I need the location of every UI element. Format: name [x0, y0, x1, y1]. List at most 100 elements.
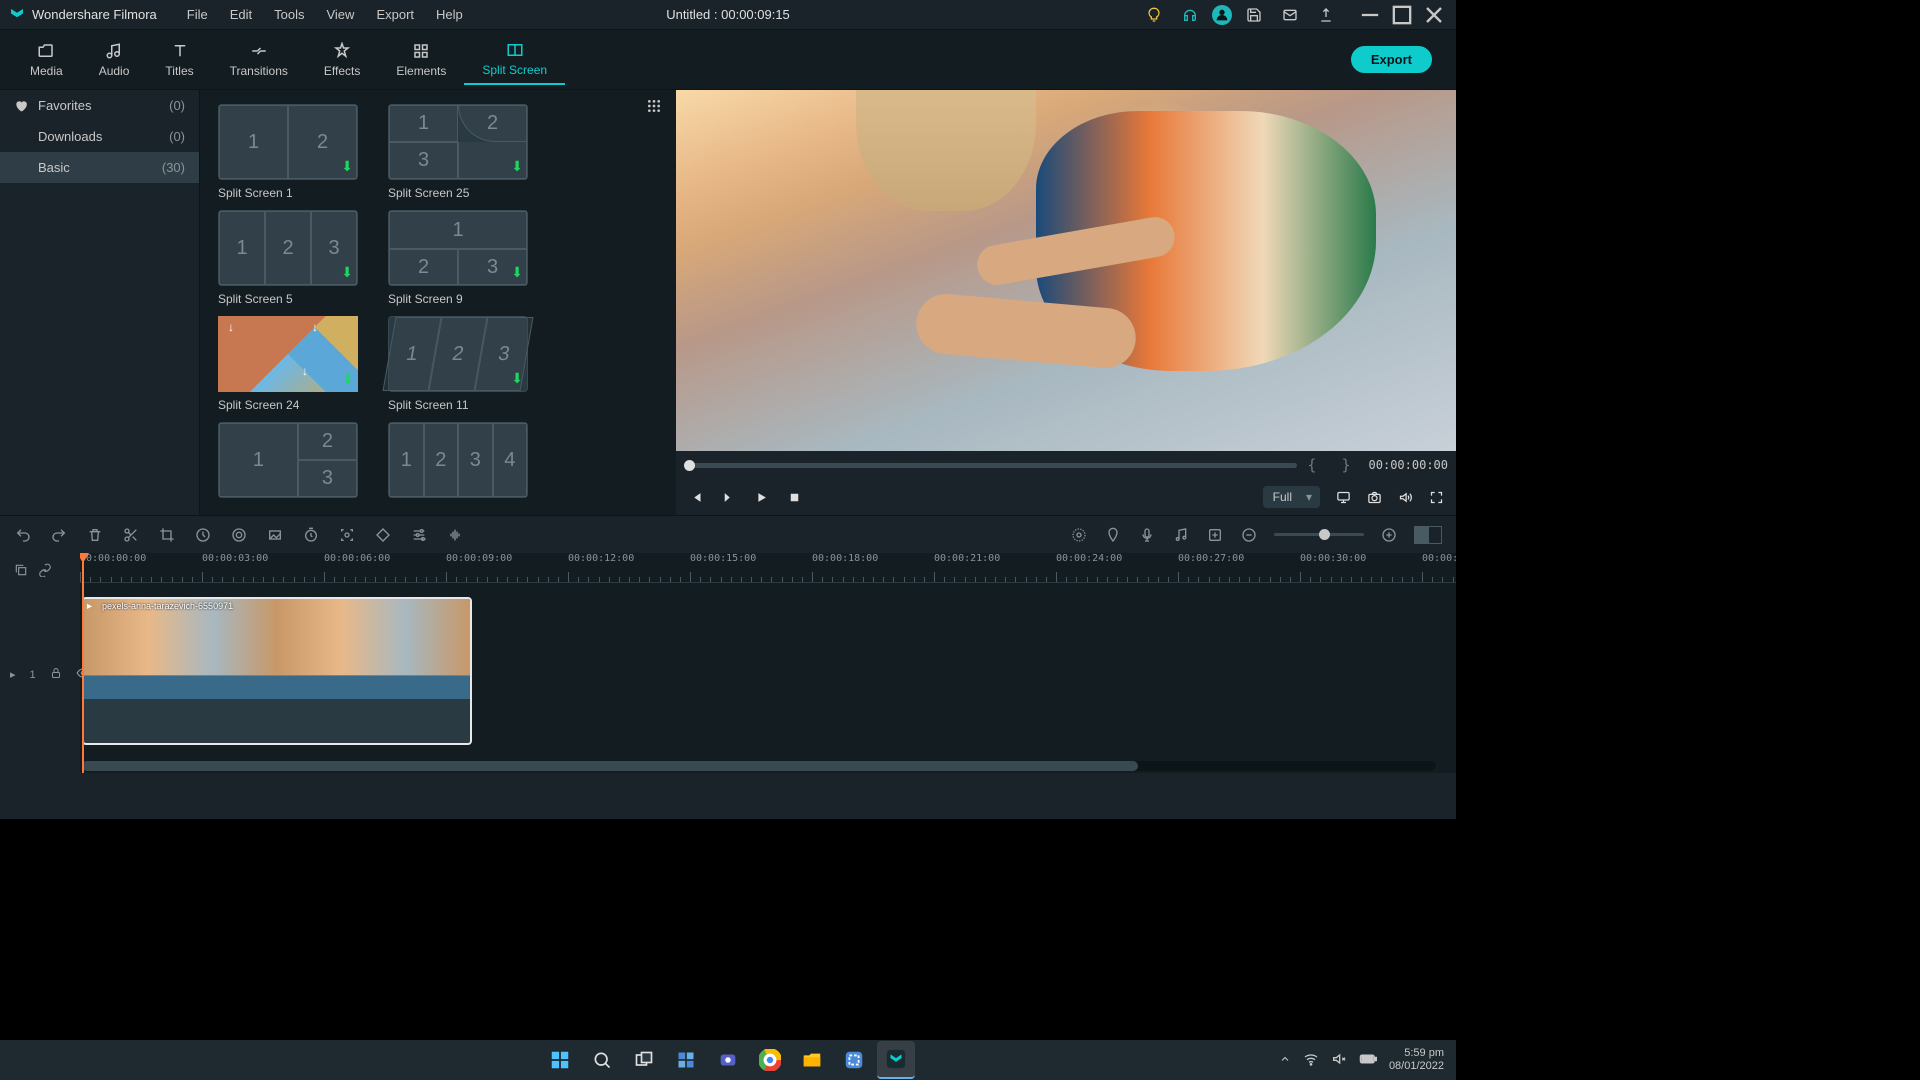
- export-button[interactable]: Export: [1351, 46, 1432, 73]
- fullscreen-icon[interactable]: [1429, 490, 1444, 505]
- play-button[interactable]: [754, 490, 769, 505]
- download-icon[interactable]: ⬇: [511, 370, 523, 387]
- task-view-button[interactable]: [625, 1041, 663, 1079]
- template-item[interactable]: 1234: [388, 422, 538, 498]
- volume-icon[interactable]: [1398, 490, 1413, 505]
- tab-media[interactable]: Media: [12, 36, 81, 84]
- template-item[interactable]: 1 23 ⬇ Split Screen 9: [388, 210, 538, 306]
- duration-button[interactable]: [302, 526, 320, 544]
- green-screen-button[interactable]: [266, 526, 284, 544]
- template-item[interactable]: 1 23: [218, 422, 368, 498]
- add-media-button[interactable]: [1206, 526, 1224, 544]
- zoom-slider-handle[interactable]: [1319, 529, 1330, 540]
- play-forward-button[interactable]: [721, 490, 736, 505]
- zoom-slider[interactable]: [1274, 533, 1364, 536]
- grid-view-icon[interactable]: [646, 103, 662, 117]
- display-icon[interactable]: [1336, 490, 1351, 505]
- explorer-button[interactable]: [793, 1041, 831, 1079]
- template-item[interactable]: 123⬇ Split Screen 5: [218, 210, 368, 306]
- template-item[interactable]: ↓ ↓ ↓ ⬇ Split Screen 24: [218, 316, 368, 412]
- speed-button[interactable]: [194, 526, 212, 544]
- template-item[interactable]: 12 3 ⬇ Split Screen 25: [388, 104, 538, 200]
- menu-file[interactable]: File: [177, 3, 218, 26]
- preview-playhead[interactable]: [684, 460, 695, 471]
- upload-icon[interactable]: [1312, 3, 1340, 27]
- zoom-in-button[interactable]: [1380, 526, 1398, 544]
- timeline-playhead[interactable]: [82, 553, 84, 773]
- preview-progress-bar[interactable]: [684, 463, 1297, 468]
- menu-tools[interactable]: Tools: [264, 3, 314, 26]
- sidebar-item-downloads[interactable]: Downloads (0): [0, 121, 199, 152]
- template-item[interactable]: 123⬇ Split Screen 11: [388, 316, 538, 412]
- delete-button[interactable]: [86, 526, 104, 544]
- search-button[interactable]: [583, 1041, 621, 1079]
- chrome-button[interactable]: [751, 1041, 789, 1079]
- start-button[interactable]: [541, 1041, 579, 1079]
- voiceover-button[interactable]: [1138, 526, 1156, 544]
- tab-transitions[interactable]: Transitions: [212, 36, 306, 84]
- system-clock[interactable]: 5:59 pm 08/01/2022: [1389, 1047, 1444, 1073]
- download-icon[interactable]: ⬇: [342, 371, 354, 388]
- download-icon[interactable]: ⬇: [511, 158, 523, 175]
- tab-effects[interactable]: Effects: [306, 36, 378, 84]
- menu-help[interactable]: Help: [426, 3, 473, 26]
- marker-button[interactable]: [1104, 526, 1122, 544]
- track-lock-icon[interactable]: [50, 667, 62, 682]
- snapshot-icon[interactable]: [1367, 490, 1382, 505]
- template-item[interactable]: 12⬇ Split Screen 1: [218, 104, 368, 200]
- timeline-scrollbar[interactable]: [82, 761, 1436, 771]
- account-icon[interactable]: [1212, 5, 1232, 25]
- tray-chevron-icon[interactable]: [1279, 1053, 1291, 1068]
- support-icon[interactable]: [1176, 3, 1204, 27]
- tab-split-screen[interactable]: Split Screen: [464, 35, 565, 85]
- redo-button[interactable]: [50, 526, 68, 544]
- timeline-tracks[interactable]: 00:00:00:0000:00:03:0000:00:06:0000:00:0…: [80, 553, 1456, 773]
- close-button[interactable]: [1420, 3, 1448, 27]
- download-icon[interactable]: ⬇: [511, 264, 523, 281]
- menu-export[interactable]: Export: [366, 3, 424, 26]
- preview-quality-select[interactable]: Full: [1263, 486, 1320, 508]
- save-icon[interactable]: [1240, 3, 1268, 27]
- keyframe-button[interactable]: [374, 526, 392, 544]
- zoom-out-button[interactable]: [1240, 526, 1258, 544]
- snip-button[interactable]: [835, 1041, 873, 1079]
- wifi-icon[interactable]: [1303, 1051, 1319, 1070]
- tips-icon[interactable]: [1140, 3, 1168, 27]
- widgets-button[interactable]: [667, 1041, 705, 1079]
- crop-button[interactable]: [158, 526, 176, 544]
- tab-titles[interactable]: Titles: [147, 36, 211, 84]
- sidebar-item-basic[interactable]: Basic (30): [0, 152, 199, 183]
- tab-audio[interactable]: Audio: [81, 36, 148, 84]
- download-icon[interactable]: ⬇: [341, 158, 353, 175]
- maximize-button[interactable]: [1388, 3, 1416, 27]
- copy-tracks-icon[interactable]: [14, 563, 28, 580]
- undo-button[interactable]: [14, 526, 32, 544]
- color-button[interactable]: [230, 526, 248, 544]
- teams-button[interactable]: [709, 1041, 747, 1079]
- timeline-ruler[interactable]: 00:00:00:0000:00:03:0000:00:06:0000:00:0…: [80, 553, 1456, 583]
- link-tracks-icon[interactable]: [38, 563, 52, 580]
- motion-track-button[interactable]: [338, 526, 356, 544]
- message-icon[interactable]: [1276, 3, 1304, 27]
- menu-view[interactable]: View: [316, 3, 364, 26]
- audio-mixer-button[interactable]: [1172, 526, 1190, 544]
- sidebar-item-favorites[interactable]: Favorites (0): [0, 90, 199, 121]
- range-brackets[interactable]: { }: [1307, 456, 1358, 474]
- filmora-taskbar-button[interactable]: [877, 1041, 915, 1079]
- timeline-scroll-thumb[interactable]: [82, 761, 1138, 771]
- timeline-view-toggle[interactable]: [1414, 526, 1442, 544]
- volume-mute-icon[interactable]: [1331, 1051, 1347, 1070]
- audio-sync-button[interactable]: [446, 526, 464, 544]
- stop-button[interactable]: [787, 490, 802, 505]
- render-button[interactable]: [1070, 526, 1088, 544]
- split-button[interactable]: [122, 526, 140, 544]
- battery-icon[interactable]: [1359, 1052, 1377, 1069]
- minimize-button[interactable]: [1356, 3, 1384, 27]
- menu-edit[interactable]: Edit: [220, 3, 262, 26]
- prev-frame-button[interactable]: [688, 490, 703, 505]
- adjust-button[interactable]: [410, 526, 428, 544]
- timeline-clip[interactable]: ▸ pexels-anna-tarazevich-6550971: [82, 597, 472, 745]
- download-icon[interactable]: ⬇: [341, 264, 353, 281]
- tab-elements[interactable]: Elements: [378, 36, 464, 84]
- track-play-icon[interactable]: ▸: [10, 668, 16, 681]
